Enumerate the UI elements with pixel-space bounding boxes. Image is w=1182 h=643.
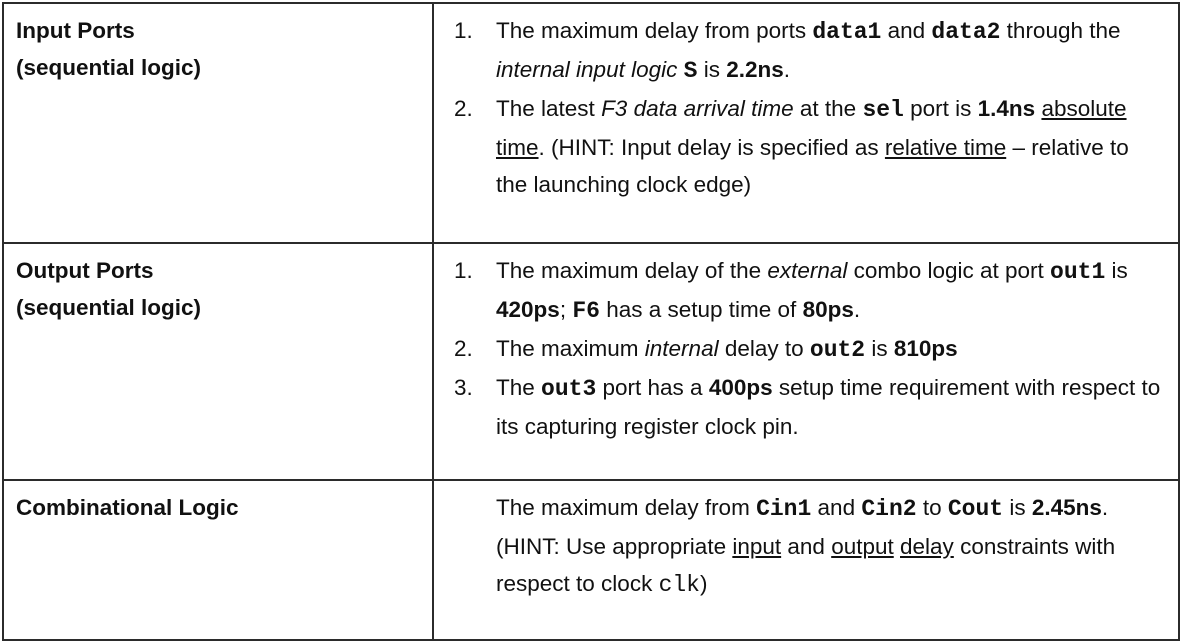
text-run: out3	[541, 376, 597, 402]
text-run: S	[683, 58, 698, 84]
text-run: Cin1	[756, 496, 812, 522]
item-text: The maximum internal delay to out2 is 81…	[496, 330, 1166, 369]
row-output-ports: Output Ports (sequential logic) 1. The maxi…	[2, 242, 1180, 481]
text-run: has a setup time of	[599, 297, 803, 322]
category-cell: Combinational Logic	[2, 479, 434, 641]
text-run: out2	[809, 337, 866, 363]
item-number: 3.	[454, 375, 473, 400]
text-run: F3 data arrival time	[601, 96, 794, 121]
text-run: 400ps	[708, 375, 773, 400]
requirement-item: 1. The maximum delay from ports data1 and…	[434, 12, 1166, 90]
text-run: clk	[658, 572, 700, 598]
text-run: is	[697, 57, 727, 82]
text-run: output	[831, 534, 894, 559]
text-run: combo logic at port	[847, 258, 1051, 283]
category-label: (sequential logic)	[16, 295, 202, 320]
text-run: The latest	[496, 96, 602, 121]
text-run: input	[732, 534, 782, 559]
requirement-list: 1. The maximum delay of the external comb…	[434, 252, 1166, 445]
text-run: delay	[900, 534, 954, 559]
text-run: 810ps	[893, 336, 958, 361]
text-run: . (HINT: Input delay is specified as	[538, 135, 885, 160]
item-number: 2.	[454, 336, 473, 361]
text-run: The	[496, 375, 542, 400]
text-run: ;	[559, 297, 573, 322]
text-run: is	[865, 336, 894, 361]
text-run: 2.45ns	[1031, 495, 1102, 520]
category-cell: Input Ports (sequential logic)	[2, 2, 434, 244]
requirement-list: 1. The maximum delay from ports data1 and…	[434, 12, 1166, 203]
text-run: and	[811, 495, 862, 520]
text-run: internal input logic	[496, 57, 678, 82]
timing-spec-table: Input Ports (sequential logic) 1. The maxim…	[2, 2, 1180, 641]
text-run: is	[1003, 495, 1032, 520]
item-text: The latest F3 data arrival time at the s…	[496, 90, 1166, 203]
text-run: delay to	[718, 336, 810, 361]
item-number: 2.	[454, 96, 473, 121]
text-run: internal	[644, 336, 719, 361]
text-run: and	[781, 534, 832, 559]
category-label: Combinational Logic	[16, 495, 239, 520]
text-run: The maximum delay of the	[496, 258, 768, 283]
item-number: 1.	[454, 18, 473, 43]
text-run: and	[881, 18, 932, 43]
text-run: 80ps	[802, 297, 854, 322]
text-run: port has a	[596, 375, 709, 400]
text-run: .	[853, 297, 861, 322]
text-run: external	[767, 258, 848, 283]
text-run: .	[783, 57, 791, 82]
requirement-item: 0.The maximum delay from Cin1 and Cin2 t…	[434, 489, 1166, 604]
text-run: Cout	[947, 496, 1004, 522]
text-run: The maximum delay from	[496, 495, 757, 520]
text-run: 420ps	[496, 297, 560, 322]
description-cell: 1. The maximum delay from ports data1 and…	[432, 2, 1180, 244]
text-run: The maximum	[496, 336, 645, 361]
text-run: 2.2ns	[726, 57, 784, 82]
category-cell: Output Ports (sequential logic)	[2, 242, 434, 481]
requirement-item: 2. The maximum internal delay to out2 is …	[434, 330, 1166, 369]
requirement-list: 0.The maximum delay from Cin1 and Cin2 t…	[434, 489, 1166, 604]
text-run: out1	[1050, 259, 1106, 285]
text-run: is	[1105, 258, 1128, 283]
row-input-ports: Input Ports (sequential logic) 1. The maxim…	[2, 2, 1180, 244]
item-text: The maximum delay from Cin1 and Cin2 to …	[496, 489, 1166, 604]
text-run: through the	[1000, 18, 1121, 43]
item-number: 1.	[454, 258, 473, 283]
category-label: (sequential logic)	[16, 55, 202, 80]
spec-table-body: Input Ports (sequential logic) 1. The maxim…	[2, 2, 1180, 641]
item-text: The maximum delay from ports data1 and d…	[496, 12, 1166, 90]
text-run: data1	[812, 19, 882, 45]
text-run: data2	[931, 19, 1001, 45]
text-run: to	[916, 495, 948, 520]
description-cell: 1. The maximum delay of the external comb…	[432, 242, 1180, 481]
category-label: Output Ports	[16, 258, 154, 283]
requirement-item: 1. The maximum delay of the external comb…	[434, 252, 1166, 330]
row-combinational-logic: Combinational Logic 0.The maximum delay f…	[2, 479, 1180, 641]
requirement-item: 2. The latest F3 data arrival time at the…	[434, 90, 1166, 203]
text-run: relative time	[884, 135, 1007, 160]
text-run: 1.4ns	[977, 96, 1036, 121]
item-text: The maximum delay of the external combo …	[496, 252, 1166, 330]
text-run: Cin2	[861, 496, 917, 522]
text-run: at the	[793, 96, 863, 121]
item-text: The out3 port has a 400ps setup time req…	[496, 369, 1166, 445]
requirement-item: 3. The out3 port has a 400ps setup time r…	[434, 369, 1166, 445]
text-run: The maximum delay from ports	[496, 18, 813, 43]
text-run: F6	[572, 298, 600, 324]
description-cell: 0.The maximum delay from Cin1 and Cin2 t…	[432, 479, 1180, 641]
text-run: )	[700, 571, 708, 596]
text-run: port is	[903, 96, 978, 121]
text-run: sel	[862, 97, 904, 123]
category-label: Input Ports	[16, 18, 135, 43]
